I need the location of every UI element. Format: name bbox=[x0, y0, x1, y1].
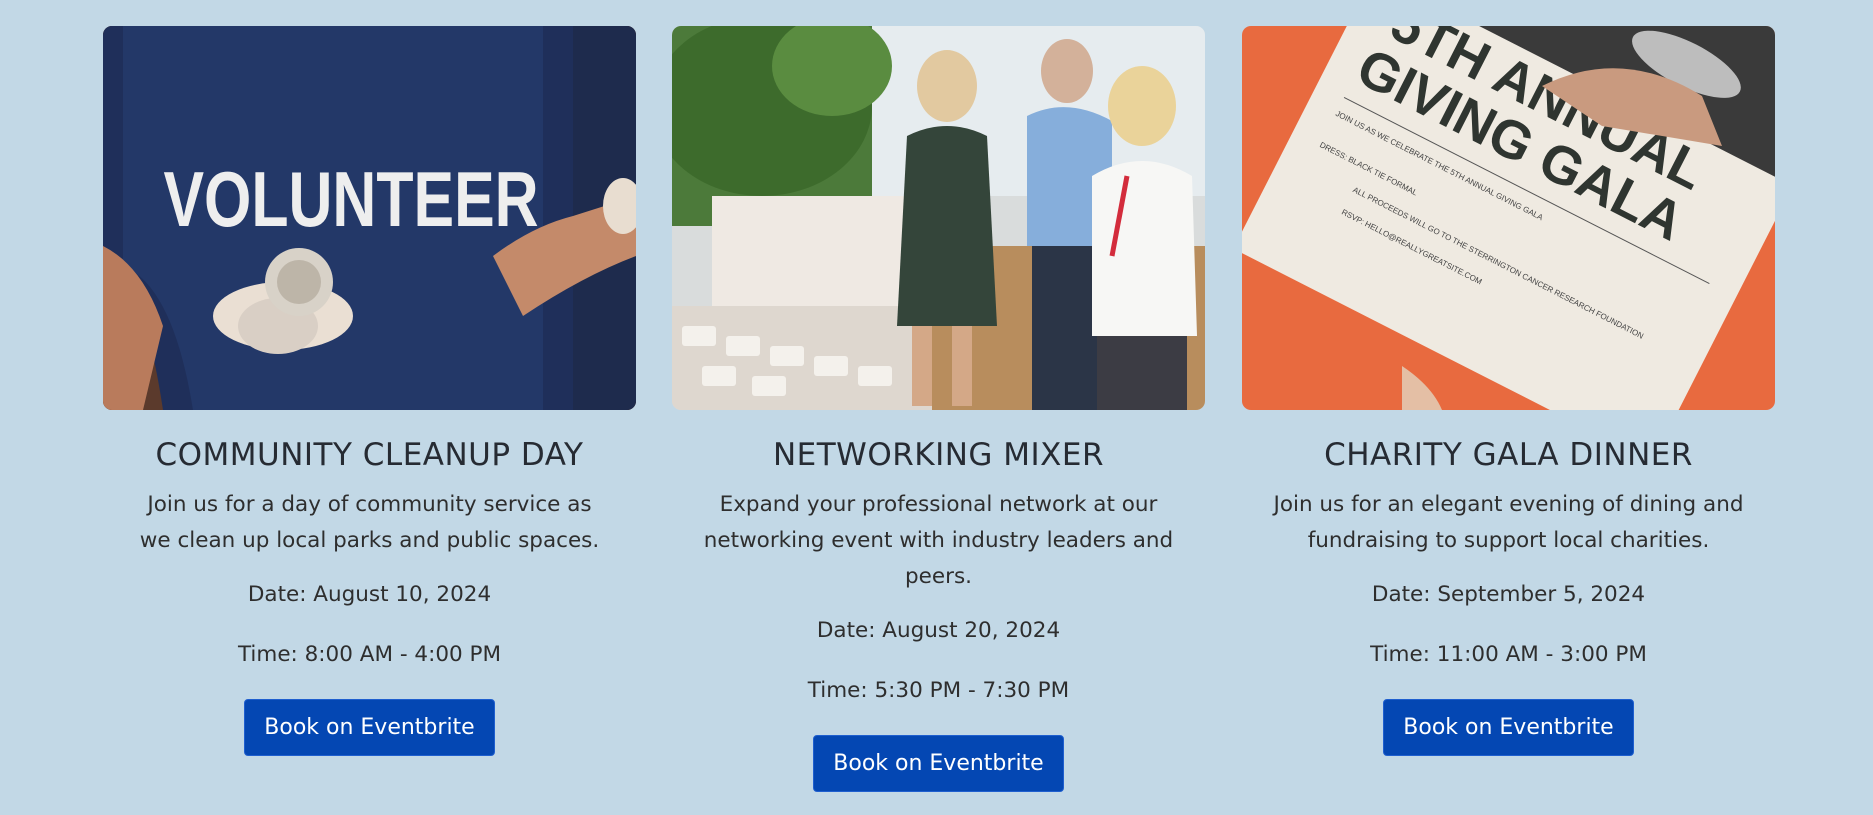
event-time: Time: 11:00 AM - 3:00 PM bbox=[1370, 641, 1647, 667]
event-time: Time: 8:00 AM - 4:00 PM bbox=[237, 641, 502, 667]
event-date: Date: September 5, 2024 bbox=[1371, 581, 1646, 607]
event-title: NETWORKING MIXER bbox=[772, 437, 1105, 473]
event-card-charity-gala: 5TH ANNUAL GIVING GALA JOIN US AS WE CEL… bbox=[1242, 26, 1775, 756]
event-title: COMMUNITY CLEANUP DAY bbox=[155, 437, 584, 473]
event-description: Join us for a day of community service a… bbox=[139, 491, 600, 553]
event-date: Date: August 10, 2024 bbox=[247, 581, 492, 607]
event-card-community-cleanup: VOLUNTEER COMMUNITY CLEANUP DAY Join us … bbox=[103, 26, 636, 756]
event-image-volunteer: VOLUNTEER bbox=[103, 26, 636, 410]
event-image-gala-poster: 5TH ANNUAL GIVING GALA JOIN US AS WE CEL… bbox=[1242, 26, 1775, 410]
event-card-networking-mixer: NETWORKING MIXER Expand your professiona… bbox=[672, 26, 1205, 792]
event-image-networking bbox=[672, 26, 1205, 410]
event-date: Date: August 20, 2024 bbox=[816, 617, 1061, 643]
book-eventbrite-button[interactable]: Book on Eventbrite bbox=[244, 698, 495, 756]
event-time: Time: 5:30 PM - 7:30 PM bbox=[807, 677, 1070, 703]
event-description: Expand your professional network at our … bbox=[703, 491, 1174, 589]
event-description: Join us for an elegant evening of dining… bbox=[1273, 491, 1744, 553]
event-title: CHARITY GALA DINNER bbox=[1324, 437, 1693, 473]
book-eventbrite-button[interactable]: Book on Eventbrite bbox=[813, 734, 1064, 792]
events-section: VOLUNTEER COMMUNITY CLEANUP DAY Join us … bbox=[0, 0, 1873, 815]
book-eventbrite-button[interactable]: Book on Eventbrite bbox=[1383, 698, 1634, 756]
volunteer-shirt-text: VOLUNTEER bbox=[163, 156, 538, 243]
